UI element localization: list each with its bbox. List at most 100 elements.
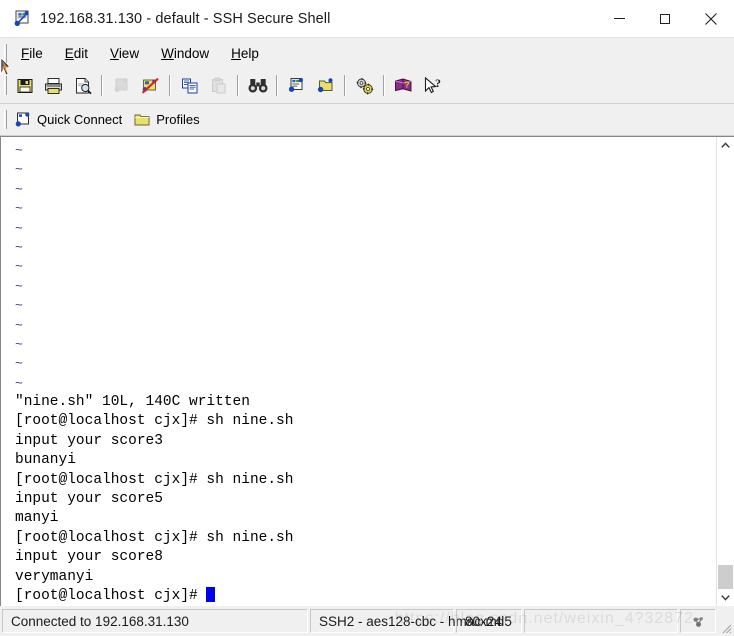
toolbar-separator [169, 75, 171, 96]
close-button[interactable] [688, 0, 734, 37]
status-spacer [524, 609, 678, 633]
vim-tilde-marker: ~ [15, 143, 23, 158]
terminal-tilde-row: ~ [15, 199, 716, 218]
copy-icon [181, 78, 197, 93]
maximize-button[interactable] [642, 0, 688, 37]
print-preview-button[interactable] [69, 73, 96, 99]
menu-item-view[interactable]: View [99, 43, 150, 64]
terminal-tilde-row: ~ [15, 316, 716, 335]
terminal-area: ~ ~ ~ ~ ~ ~ ~ ~ ~ ~ ~ ~ ~ "nine.sh" 10L, 140C written… [0, 136, 734, 606]
resize-grip-icon [722, 624, 732, 634]
connect-icon [114, 78, 128, 92]
profiles-button[interactable]: Profiles [129, 108, 206, 132]
status-connection: Connected to 192.168.31.130 [2, 609, 308, 633]
terminal-line: [root@localhost cjx]# sh nine.sh [15, 413, 294, 430]
terminal-line: bunanyi [15, 452, 76, 469]
profiles-label: Profiles [156, 112, 200, 127]
ssh-secure-shell-window: 192.168.31.130 - default - SSH Secure Sh… [0, 0, 734, 636]
new-file-transfer-button[interactable] [312, 73, 339, 99]
terminal-tilde-row: ~ [15, 374, 716, 393]
resize-grip[interactable] [716, 606, 734, 636]
settings-button[interactable] [351, 73, 378, 99]
vim-tilde-marker: ~ [15, 239, 23, 255]
disconnect-button[interactable] [137, 73, 164, 99]
find-icon [248, 78, 267, 92]
print-icon [45, 77, 62, 94]
menu-item-window[interactable]: Window [150, 43, 220, 64]
vim-tilde-marker: ~ [15, 317, 23, 333]
copy-button[interactable] [176, 73, 203, 99]
main-toolbar: ? ? [0, 68, 734, 104]
terminal-tilde-row: ~ [15, 335, 716, 354]
toolbar-drag-grip[interactable] [4, 76, 7, 95]
ssh-status-icon [692, 616, 703, 627]
save-button[interactable] [11, 73, 38, 99]
svg-text:?: ? [435, 76, 441, 90]
quickbar-drag-grip[interactable] [4, 110, 7, 129]
menu-item-edit[interactable]: Edit [54, 43, 99, 64]
vim-tilde-marker: ~ [15, 298, 23, 314]
print-button[interactable] [40, 73, 67, 99]
vim-tilde-marker: ~ [15, 162, 23, 178]
paste-icon [211, 77, 225, 93]
quick-connect-button[interactable]: Quick Connect [10, 108, 129, 132]
quick-connect-label: Quick Connect [37, 112, 123, 127]
new-file-transfer-icon [317, 77, 333, 92]
vim-tilde-marker: ~ [15, 201, 23, 217]
maximize-icon [660, 13, 670, 24]
vim-tilde-marker: ~ [15, 375, 23, 391]
scrollbar-track[interactable] [717, 154, 734, 589]
profiles-folder-icon [133, 111, 151, 129]
vim-tilde-marker: ~ [15, 181, 23, 197]
caption-buttons [596, 0, 734, 37]
terminal-tilde-row: ~ [15, 180, 716, 199]
status-bar: Connected to 192.168.31.130 SSH2 - aes12… [0, 606, 734, 636]
new-terminal-icon [288, 77, 303, 92]
settings-icon [355, 77, 373, 95]
terminal-line: input your score3 [15, 432, 163, 449]
chevron-down-icon [721, 595, 730, 601]
menu-item-file[interactable]: File [10, 43, 54, 64]
toolbar-separator [344, 75, 346, 96]
menu-bar: File Edit View Window Help [0, 38, 734, 68]
terminal-cursor [206, 586, 216, 602]
terminal-tilde-row: ~ [15, 219, 716, 238]
help-book-icon: ? [395, 78, 412, 92]
quick-connect-icon [14, 111, 32, 129]
terminal-line: [root@localhost cjx]# sh nine.sh [15, 529, 294, 546]
scrollbar-up-button[interactable] [717, 137, 734, 154]
paste-button[interactable] [205, 73, 232, 99]
terminal-line: "nine.sh" 10L, 140C written [15, 394, 250, 411]
terminal-output[interactable]: ~ ~ ~ ~ ~ ~ ~ ~ ~ ~ ~ ~ ~ "nine.sh" 10L, 140C written… [1, 137, 716, 606]
terminal-tilde-row: ~ [15, 160, 716, 179]
context-help-icon: ? [424, 76, 441, 93]
context-help-button[interactable]: ? [419, 73, 446, 99]
vim-tilde-marker: ~ [15, 336, 23, 352]
help-book-button[interactable]: ? [390, 73, 417, 99]
toolbar-separator [237, 75, 239, 96]
menu-item-help[interactable]: Help [220, 43, 270, 64]
status-cipher: SSH2 - aes128-cbc - hmac-md5 [310, 609, 512, 633]
toolbar-separator [101, 75, 103, 96]
quick-connect-bar: Quick Connect Profiles [0, 104, 734, 136]
menu-drag-grip[interactable] [4, 43, 7, 63]
scrollbar-thumb[interactable] [718, 565, 733, 589]
scrollbar-down-button[interactable] [717, 589, 734, 606]
new-terminal-button[interactable] [283, 73, 310, 99]
connect-button[interactable] [108, 73, 135, 99]
ssh-terminal-icon [13, 10, 31, 28]
terminal-line: input your score5 [15, 491, 163, 508]
svg-text:?: ? [405, 80, 410, 89]
terminal-vertical-scrollbar[interactable] [716, 137, 734, 606]
minimize-button[interactable] [596, 0, 642, 37]
close-icon [705, 12, 717, 25]
save-icon [17, 78, 32, 93]
shell-prompt: [root@localhost cjx]# [15, 587, 207, 604]
vim-tilde-marker: ~ [15, 220, 23, 236]
chevron-up-icon [721, 142, 730, 148]
vim-tilde-marker: ~ [15, 356, 23, 372]
find-button[interactable] [244, 73, 271, 99]
vim-tilde-marker: ~ [15, 278, 23, 294]
terminal-line: verymanyi [15, 568, 94, 585]
terminal-tilde-row: ~ [15, 238, 716, 257]
